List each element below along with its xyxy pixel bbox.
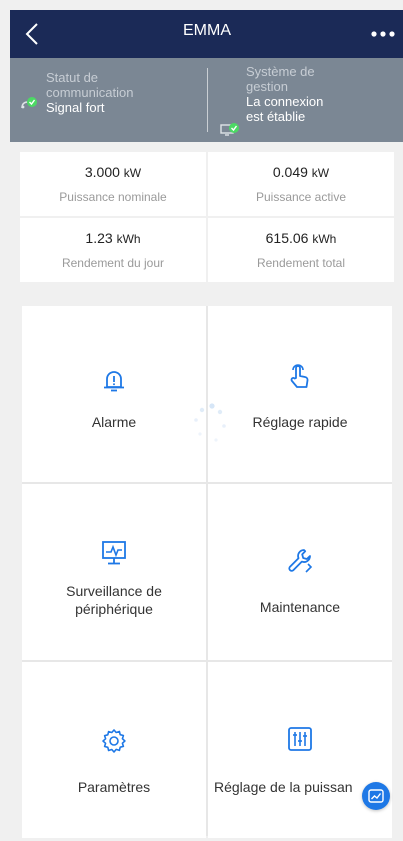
communication-text: Statut de communication Signal fort (46, 70, 133, 115)
wrench-icon (288, 549, 313, 573)
management-value-2: est établie (246, 109, 306, 124)
status-band: Statut de communication Signal fort Syst… (10, 58, 403, 142)
alarm-bell-icon (104, 371, 124, 392)
metric-daily-yield: 1.23 kWh Rendement du jour (20, 218, 206, 282)
tap-hand-icon (290, 364, 309, 388)
management-label-1: Système de (246, 64, 315, 79)
communication-label-2: communication (46, 85, 134, 100)
app-header: EMMA (10, 10, 403, 58)
function-grid: Alarme Réglage rapide Surveillance de pé… (22, 306, 392, 838)
metrics-panel: 3.000 kW Puissance nominale 0.049 kW Pui… (20, 152, 394, 284)
management-value-1: La connexion (246, 94, 324, 109)
tile-quick-settings[interactable]: Réglage rapide (208, 306, 392, 482)
tile-device-monitoring[interactable]: Surveillance de périphérique (22, 484, 206, 660)
tile-label: Réglage rapide (252, 414, 348, 430)
metric-active-power: 0.049 kW Puissance active (208, 152, 394, 216)
tile-power-adjustment[interactable]: Réglage de la puissan (208, 662, 392, 838)
metric-value: 1.23 kWh (85, 230, 141, 246)
more-options-button[interactable] (370, 24, 396, 44)
metric-total-yield: 615.06 kWh Rendement total (208, 218, 394, 282)
tile-label: Maintenance (259, 599, 341, 615)
chart-fab-button[interactable] (362, 782, 390, 810)
sliders-icon (288, 727, 312, 751)
more-dots-icon (371, 31, 395, 37)
communication-value: Signal fort (46, 100, 105, 115)
tile-maintenance[interactable]: Maintenance (208, 484, 392, 660)
monitor-wave-icon (102, 541, 126, 565)
communication-status: Statut de communication Signal fort (10, 58, 206, 142)
metric-label: Puissance nominale (59, 190, 167, 204)
metric-label: Rendement total (256, 256, 346, 270)
metric-value: 3.000 kW (84, 164, 142, 180)
metric-rated-power: 3.000 kW Puissance nominale (20, 152, 206, 216)
tile-label: Paramètres (77, 779, 151, 795)
loading-spinner-icon (194, 403, 226, 442)
tile-label: Alarme (91, 414, 137, 430)
communication-label-1: Statut de (46, 70, 99, 85)
monitor-check-icon (220, 123, 239, 136)
management-text: Système de gestion La connexion est étab… (246, 64, 323, 124)
metric-label: Rendement du jour (61, 256, 165, 270)
management-status: Système de gestion La connexion est étab… (208, 58, 403, 142)
metric-label: Puissance active (255, 190, 347, 204)
tile-label: Surveillance de périphérique (66, 583, 162, 617)
tile-alarm[interactable]: Alarme (22, 306, 206, 482)
metric-value: 615.06 kWh (265, 230, 337, 246)
tile-settings[interactable]: Paramètres (22, 662, 206, 838)
gear-icon (102, 729, 126, 753)
metric-value: 0.049 kW (272, 164, 330, 180)
signal-check-icon (21, 97, 37, 109)
management-label-2: gestion (246, 79, 288, 94)
page-title: EMMA (183, 22, 231, 39)
chart-line-icon (368, 789, 384, 803)
